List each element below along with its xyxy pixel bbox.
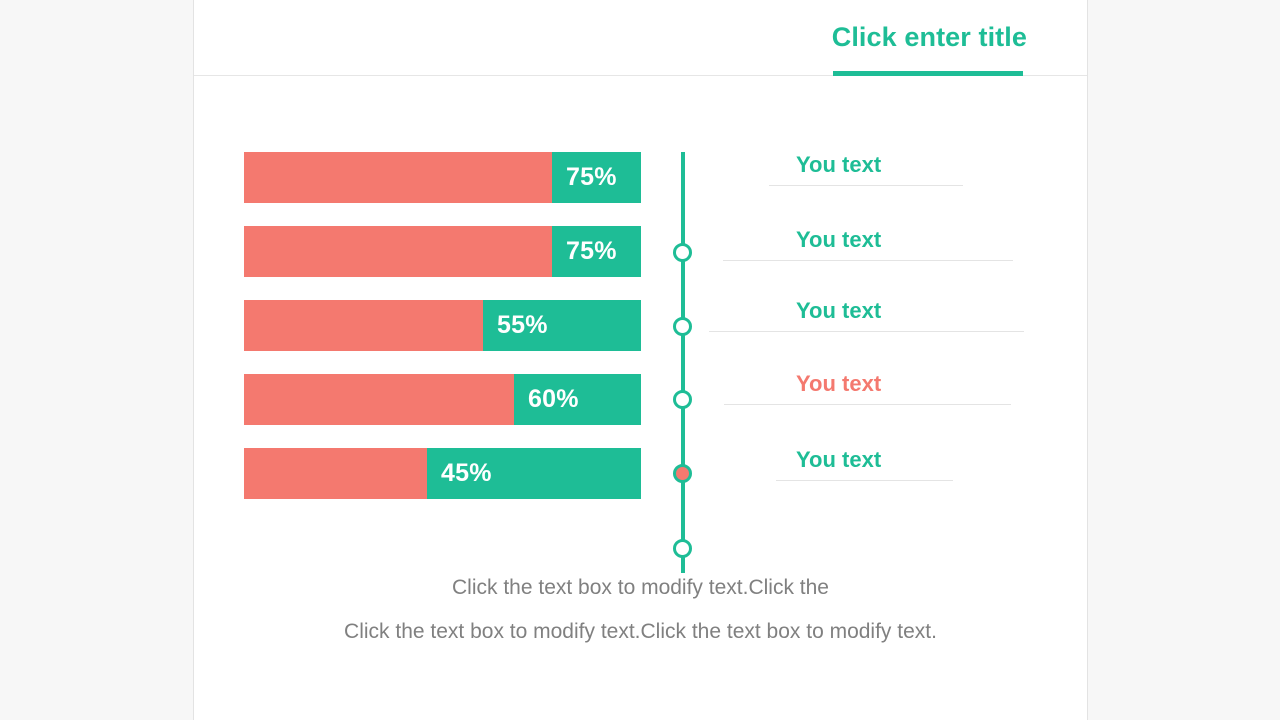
list-item-label[interactable]: You text [796, 227, 881, 253]
list-item-rule [776, 480, 953, 481]
list-item-label[interactable]: You text [796, 152, 881, 178]
page-title[interactable]: Click enter title [832, 22, 1027, 53]
list-item[interactable]: You text [723, 217, 1013, 261]
list-item-rule [724, 404, 1011, 405]
slide: Click enter title 75% 75% [193, 0, 1088, 720]
list-item[interactable]: You text [776, 437, 953, 481]
list-item-label[interactable]: You text [796, 298, 881, 324]
list-item-label[interactable]: You text [796, 447, 881, 473]
slide-header: Click enter title [194, 0, 1087, 76]
slide-body: 75% 75% 55% 60% [194, 76, 1087, 720]
list-item-label[interactable]: You text [796, 371, 881, 397]
list-item-rule [723, 260, 1013, 261]
list-item-rule [709, 331, 1024, 332]
caption-text[interactable]: Click the text box to modify text.Click … [194, 566, 1087, 654]
list-item-rule [769, 185, 963, 186]
caption-line-1: Click the text box to modify text.Click … [194, 566, 1087, 610]
list-item[interactable]: You text [709, 288, 1024, 332]
screen: Click enter title 75% 75% [0, 0, 1280, 720]
list-item-active[interactable]: You text [724, 361, 1011, 405]
caption-line-2: Click the text box to modify text.Click … [194, 610, 1087, 654]
list-item[interactable]: You text [769, 142, 989, 186]
